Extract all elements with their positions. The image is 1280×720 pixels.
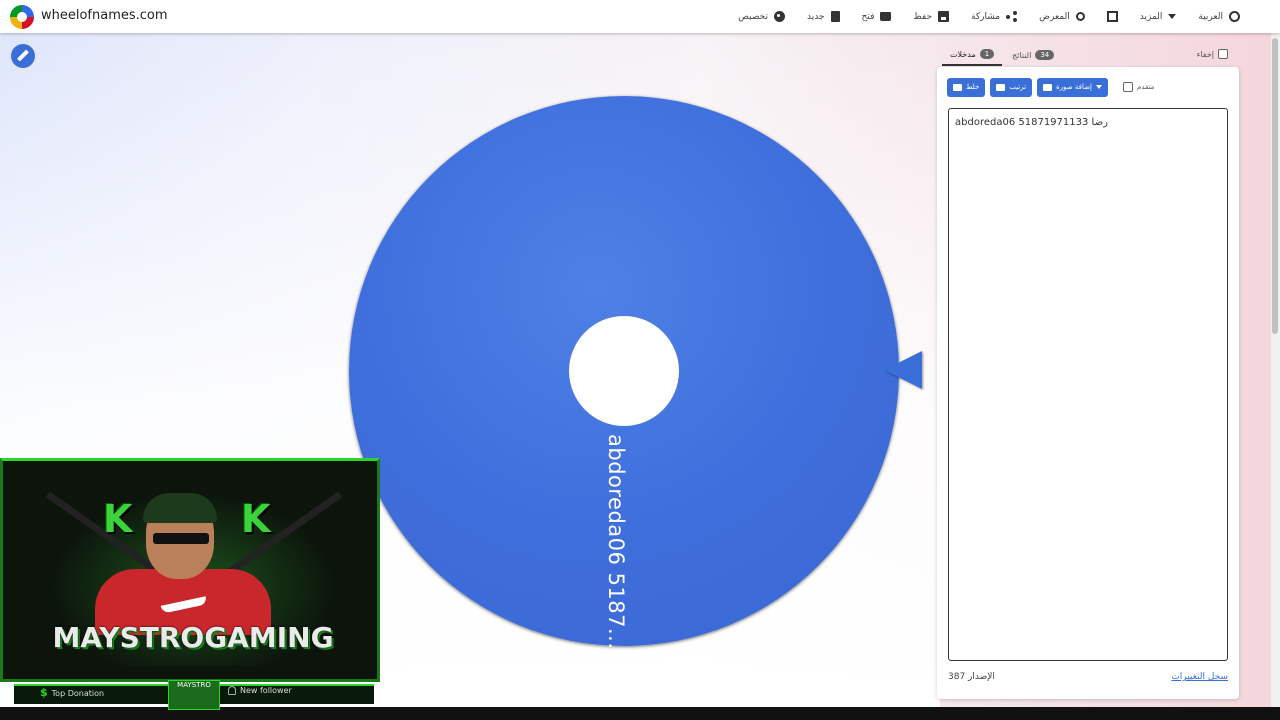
follower-label: New follower bbox=[240, 686, 292, 695]
changelog-link[interactable]: سجل التغييرات bbox=[1171, 672, 1228, 682]
entries-toolbar: خلط ترتيب إضافة صورة متقدم bbox=[947, 77, 1229, 97]
nav-label: المعرض bbox=[1039, 11, 1070, 22]
wheel-pointer-icon bbox=[884, 351, 922, 389]
tab-label: النتائج bbox=[1012, 50, 1032, 60]
entries-textarea[interactable]: abdoreda06 51871971133 رضا bbox=[948, 108, 1228, 661]
globe-icon bbox=[1229, 11, 1240, 22]
tab-results[interactable]: 34 النتائج bbox=[1004, 44, 1062, 66]
entries-count-badge: 1 bbox=[979, 49, 995, 59]
tab-label: مدخلات bbox=[950, 49, 976, 59]
nav-gallery[interactable]: المعرض bbox=[1039, 12, 1085, 22]
nav-menu: العربية المزيد المعرض مشاركة حفظ فتح جدي… bbox=[738, 0, 1240, 33]
sunglasses-icon bbox=[153, 533, 209, 544]
wheel-logo-icon[interactable] bbox=[10, 5, 34, 29]
scrollbar-thumb[interactable] bbox=[1272, 38, 1278, 334]
shuffle-label: خلط bbox=[966, 83, 980, 91]
search-icon bbox=[1075, 12, 1085, 21]
nav-save[interactable]: حفظ bbox=[913, 11, 950, 22]
site-title[interactable]: wheelofnames.com bbox=[41, 8, 168, 23]
nav-fullscreen[interactable] bbox=[1106, 11, 1118, 22]
nav-label: المزيد bbox=[1139, 11, 1163, 22]
nav-share[interactable]: مشاركة bbox=[971, 11, 1018, 22]
sort-icon bbox=[996, 83, 1006, 91]
edit-pencil-button[interactable] bbox=[11, 44, 35, 68]
nav-open[interactable]: فتح bbox=[862, 12, 892, 22]
nav-more[interactable]: المزيد bbox=[1140, 12, 1177, 22]
overlay-channel-name: MAYSTROGAMING bbox=[52, 621, 334, 654]
overlay-letter: K bbox=[103, 497, 133, 541]
folder-icon bbox=[880, 12, 892, 21]
share-icon bbox=[1006, 11, 1018, 22]
palette-icon bbox=[774, 11, 786, 22]
top-navbar: wheelofnames.com العربية المزيد المعرض م… bbox=[0, 0, 1280, 33]
panel-tabs: 1 مدخلات 34 النتائج bbox=[940, 44, 1240, 66]
sort-label: ترتيب bbox=[1009, 83, 1027, 91]
avatar-cap bbox=[143, 493, 217, 523]
save-icon bbox=[938, 11, 950, 22]
panel-footer: الإصدار 387 سجل التغييرات bbox=[948, 672, 1228, 682]
image-icon bbox=[1043, 83, 1053, 91]
user-icon bbox=[228, 686, 236, 695]
caret-down-icon bbox=[1096, 85, 1103, 89]
nav-label: تخصيص bbox=[738, 11, 769, 22]
nav-label: العربية bbox=[1198, 11, 1223, 22]
advanced-checkbox[interactable] bbox=[1123, 82, 1134, 92]
caret-down-icon bbox=[1168, 14, 1177, 19]
advanced-toggle[interactable]: متقدم bbox=[1123, 82, 1154, 92]
entries-panel: خلط ترتيب إضافة صورة متقدم abdoreda06 51… bbox=[937, 67, 1239, 699]
nav-language[interactable]: العربية bbox=[1198, 11, 1240, 22]
sort-button[interactable]: ترتيب bbox=[990, 77, 1033, 97]
nav-new[interactable]: جديد bbox=[807, 11, 840, 22]
tab-entries[interactable]: 1 مدخلات bbox=[942, 44, 1003, 66]
add-image-label: إضافة صورة bbox=[1056, 83, 1093, 91]
nav-customize[interactable]: تخصيص bbox=[738, 11, 786, 22]
nav-label: فتح bbox=[861, 11, 875, 22]
nav-label: حفظ bbox=[913, 11, 933, 22]
shuffle-button[interactable]: خلط bbox=[947, 77, 986, 97]
overlay-mini-logo: MAYSTRO bbox=[168, 680, 220, 710]
overlay-letter: K bbox=[241, 497, 271, 541]
results-count-badge: 34 bbox=[1035, 50, 1055, 60]
dollar-icon: $ bbox=[40, 686, 48, 699]
wheel-segment-label: abdoreda06 5187... bbox=[604, 434, 628, 650]
wheel-center-hub[interactable] bbox=[569, 316, 679, 426]
top-donation: $ Top Donation bbox=[40, 686, 104, 699]
donation-label: Top Donation bbox=[51, 689, 105, 698]
file-icon bbox=[830, 11, 840, 22]
fullscreen-icon bbox=[1106, 11, 1118, 22]
nav-label: جديد bbox=[807, 11, 825, 22]
spin-wheel[interactable]: abdoreda06 5187... bbox=[349, 96, 899, 650]
advanced-label: متقدم bbox=[1137, 83, 1155, 91]
version-label: الإصدار 387 bbox=[948, 672, 995, 682]
new-follower: New follower bbox=[228, 686, 292, 695]
stream-overlay: K K MAYSTROGAMING $ Top Donation New foll… bbox=[0, 458, 380, 710]
nav-label: مشاركة bbox=[971, 11, 1001, 22]
overlay-banner: K K MAYSTROGAMING bbox=[0, 458, 380, 682]
add-image-button[interactable]: إضافة صورة bbox=[1037, 77, 1109, 97]
shuffle-icon bbox=[953, 83, 962, 91]
